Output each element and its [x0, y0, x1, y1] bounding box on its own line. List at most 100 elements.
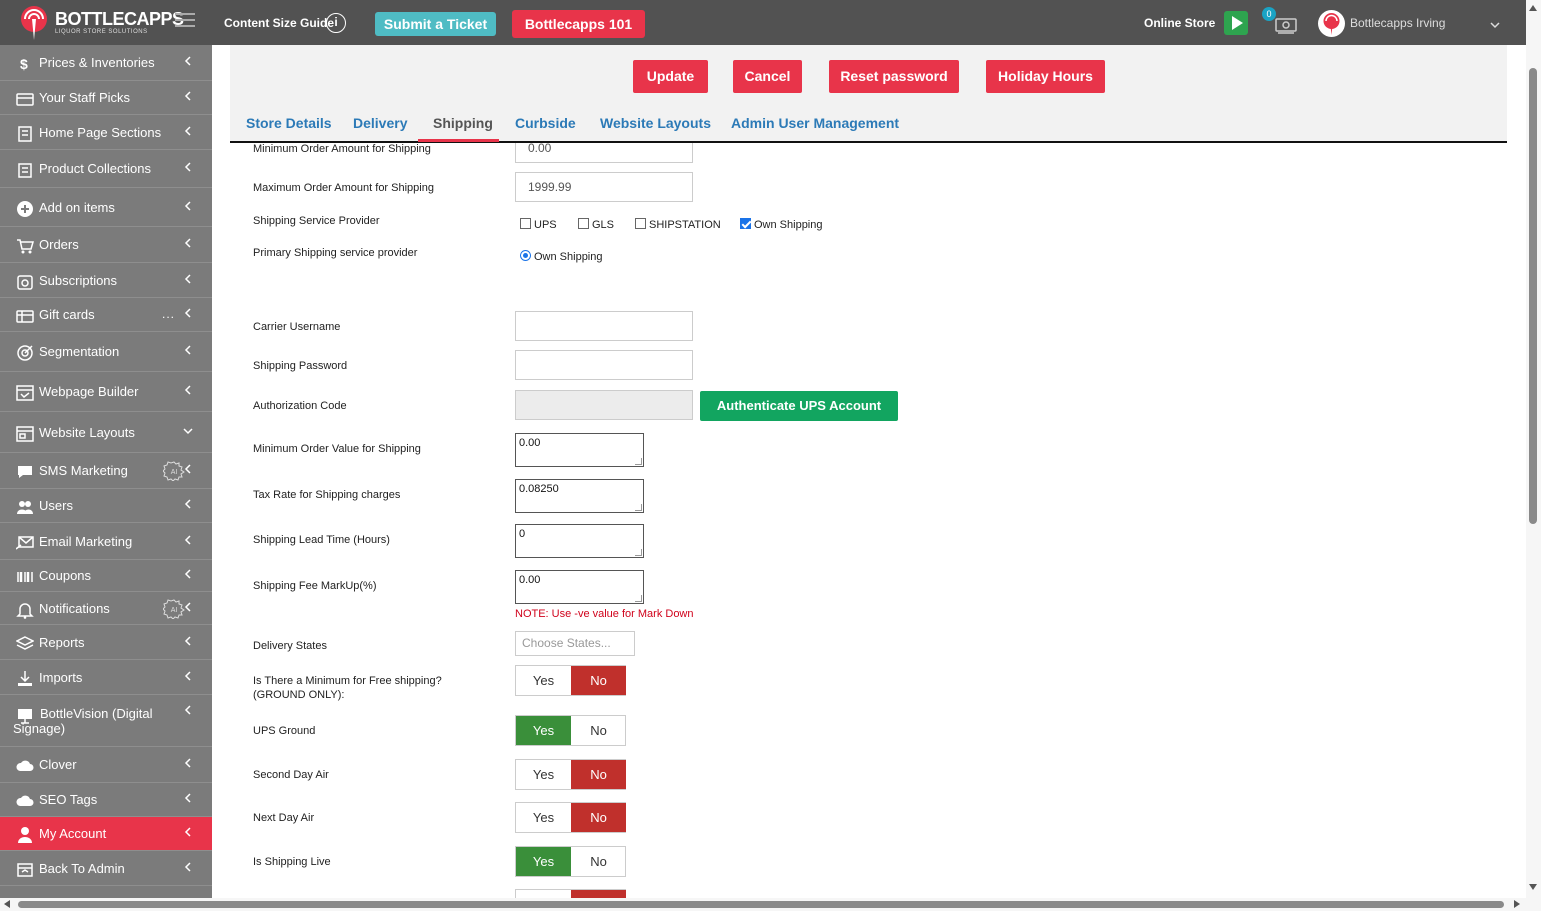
chevron-left-icon[interactable] — [183, 827, 193, 837]
chevron-left-icon[interactable] — [183, 535, 193, 545]
content-size-guide-link[interactable]: Content Size Guide — [224, 16, 334, 30]
sidebar-item-segmentation[interactable]: Segmentation — [0, 332, 212, 372]
sidebar-item-sms-marketing[interactable]: SMS Marketing AI — [0, 453, 212, 489]
sidebar-item-website-layouts[interactable]: Website Layouts — [0, 412, 212, 453]
vertical-scroll-thumb[interactable] — [1529, 68, 1537, 524]
sidebar-item-home-page-sections[interactable]: Home Page Sections — [0, 115, 212, 150]
sidebar-item-seo-tags[interactable]: SEO Tags — [0, 783, 212, 817]
tab-store-details[interactable]: Store Details — [246, 115, 332, 131]
chevron-left-icon[interactable] — [183, 671, 193, 681]
toggle-no[interactable]: No — [571, 803, 626, 832]
sidebar-item-add-on-items[interactable]: Add on items — [0, 188, 212, 227]
ups-ground-toggle[interactable]: Yes No — [515, 715, 626, 746]
chevron-left-icon[interactable] — [183, 499, 193, 509]
scroll-up-icon[interactable] — [1529, 5, 1537, 11]
markup-textarea[interactable]: 0.00 — [515, 570, 644, 604]
sidebar-item-prices-inventories[interactable]: $ Prices & Inventories — [0, 45, 212, 81]
sidebar-item-product-collections[interactable]: Product Collections — [0, 150, 212, 188]
notifications-button[interactable]: 0 — [1262, 7, 1302, 37]
chevron-left-icon[interactable] — [183, 862, 193, 872]
chevron-left-icon[interactable] — [183, 705, 193, 715]
tab-shipping[interactable]: Shipping — [433, 115, 493, 131]
chevron-left-icon[interactable] — [183, 758, 193, 768]
chevron-left-icon[interactable] — [183, 636, 193, 646]
sidebar-item-back-to-admin[interactable]: Back To Admin — [0, 851, 212, 886]
more-dots-icon[interactable]: ... — [162, 307, 175, 321]
sidebar-item-my-account[interactable]: My Account — [0, 817, 212, 851]
chevron-left-icon[interactable] — [183, 238, 193, 248]
min-order-amount-input[interactable]: 0.00 — [515, 143, 693, 163]
scroll-left-icon[interactable] — [4, 900, 10, 908]
chevron-down-icon[interactable] — [1490, 20, 1500, 30]
hamburger-menu-icon[interactable] — [175, 13, 195, 29]
chevron-left-icon[interactable] — [183, 793, 193, 803]
user-avatar[interactable] — [1318, 10, 1345, 37]
reset-password-button[interactable]: Reset password — [829, 60, 959, 93]
toggle-no[interactable]: No — [571, 760, 626, 789]
toggle-yes[interactable]: Yes — [516, 716, 571, 745]
next-day-air-toggle[interactable]: Yes No — [515, 802, 626, 833]
chevron-left-icon[interactable] — [183, 385, 193, 395]
sidebar-item-notifications[interactable]: Notifications AI — [0, 592, 212, 625]
sidebar-item-webpage-builder[interactable]: Webpage Builder — [0, 372, 212, 412]
user-name[interactable]: Bottlecapps Irving — [1350, 16, 1445, 30]
bottlecapps-101-button[interactable]: Bottlecapps 101 — [512, 10, 645, 38]
chevron-left-icon[interactable] — [183, 126, 193, 136]
tab-delivery[interactable]: Delivery — [353, 115, 407, 131]
sidebar-item-coupons[interactable]: Coupons — [0, 560, 212, 592]
toggle-no[interactable]: No — [571, 666, 626, 695]
own-shipping-radio[interactable]: Own Shipping — [520, 250, 603, 263]
chevron-left-icon[interactable] — [183, 91, 193, 101]
ups-checkbox[interactable]: UPS — [520, 218, 557, 231]
chevron-left-icon[interactable] — [183, 201, 193, 211]
gls-checkbox[interactable]: GLS — [578, 218, 614, 231]
horizontal-scroll-thumb[interactable] — [18, 901, 1504, 908]
tax-rate-textarea[interactable]: 0.08250 — [515, 479, 644, 513]
chevron-left-icon[interactable] — [183, 464, 193, 474]
sidebar-item-imports[interactable]: Imports — [0, 660, 212, 695]
scroll-down-icon[interactable] — [1529, 884, 1537, 890]
scroll-right-icon[interactable] — [1514, 900, 1520, 908]
toggle-yes[interactable]: Yes — [516, 666, 571, 695]
toggle-yes[interactable]: Yes — [516, 760, 571, 789]
tab-website-layouts[interactable]: Website Layouts — [600, 115, 711, 131]
toggle-yes[interactable]: Yes — [516, 803, 571, 832]
sidebar-item-clover[interactable]: Clover — [0, 747, 212, 783]
chevron-down-icon[interactable] — [183, 426, 193, 436]
submit-ticket-button[interactable]: Submit a Ticket — [375, 12, 496, 36]
sidebar-item-users[interactable]: Users — [0, 489, 212, 523]
chevron-left-icon[interactable] — [183, 308, 193, 318]
free-shipping-toggle[interactable]: Yes No — [515, 665, 626, 696]
sidebar-item-your-staff-picks[interactable]: Your Staff Picks — [0, 81, 212, 115]
min-order-value-textarea[interactable]: 0.00 — [515, 433, 644, 467]
sidebar-item-subscriptions[interactable]: Subscriptions — [0, 263, 212, 298]
tab-admin-user-management[interactable]: Admin User Management — [731, 115, 899, 131]
second-day-air-toggle[interactable]: Yes No — [515, 759, 626, 790]
shipstation-checkbox[interactable]: SHIPSTATION — [635, 218, 721, 231]
shipping-live-toggle[interactable]: Yes No — [515, 846, 626, 877]
max-order-amount-input[interactable]: 1999.99 — [515, 172, 693, 202]
sidebar-item-gift-cards[interactable]: Gift cards... — [0, 298, 212, 332]
play-store-icon[interactable] — [1224, 11, 1248, 35]
cancel-button[interactable]: Cancel — [733, 60, 802, 93]
sidebar-item-email-marketing[interactable]: Email Marketing — [0, 523, 212, 560]
toggle-no[interactable]: No — [571, 716, 626, 745]
authenticate-ups-button[interactable]: Authenticate UPS Account — [700, 391, 898, 421]
shipping-password-input[interactable] — [515, 350, 693, 380]
update-button[interactable]: Update — [633, 60, 708, 93]
chevron-left-icon[interactable] — [183, 345, 193, 355]
toggle-no[interactable]: No — [571, 847, 626, 876]
carrier-username-input[interactable] — [515, 311, 693, 341]
delivery-states-select[interactable]: Choose States... — [515, 631, 635, 656]
bottlecapps-logo[interactable]: BOTTLECAPPS LIQUOR STORE SOLUTIONS — [15, 4, 184, 42]
chevron-left-icon[interactable] — [183, 569, 193, 579]
sidebar-item-bottlevision-digital-signage[interactable]: BottleVision (Digital Signage) — [0, 695, 212, 747]
sidebar-item-reports[interactable]: Reports — [0, 625, 212, 660]
info-icon[interactable]: i — [326, 13, 346, 33]
own-shipping-checkbox[interactable]: Own Shipping — [740, 218, 823, 231]
chevron-left-icon[interactable] — [183, 56, 193, 66]
lead-time-textarea[interactable]: 0 — [515, 524, 644, 558]
horizontal-scrollbar[interactable] — [0, 898, 1526, 911]
vertical-scrollbar[interactable] — [1526, 0, 1541, 911]
chevron-left-icon[interactable] — [183, 162, 193, 172]
